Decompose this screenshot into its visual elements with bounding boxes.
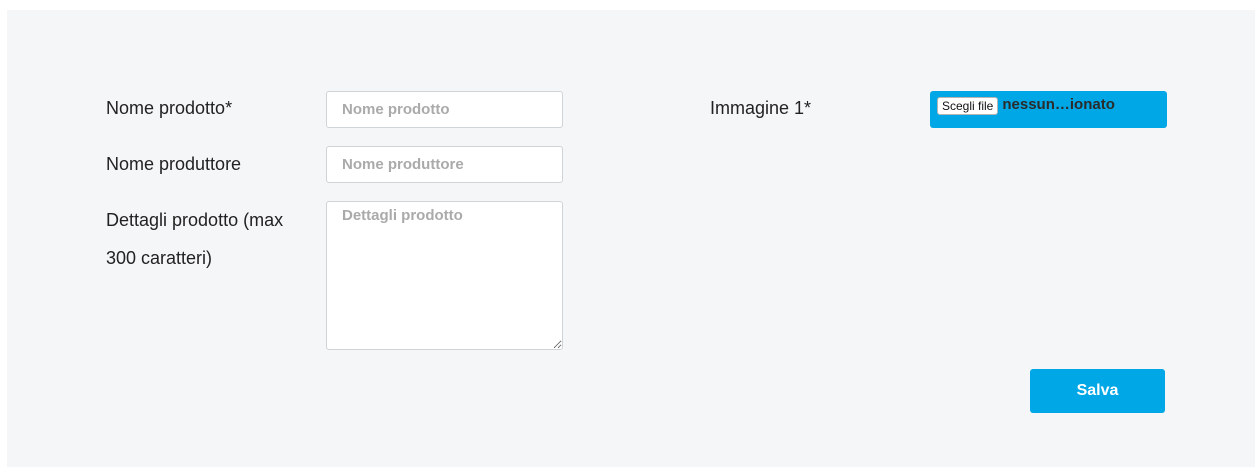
product-details-label-line2: 300 caratteri) [106,248,213,268]
manufacturer-name-input[interactable] [326,146,563,183]
file-status-text: nessun…ionato [1002,96,1115,113]
product-details-textarea[interactable] [326,201,563,350]
image1-file-input[interactable]: Scegli file nessun…ionato [930,91,1167,128]
product-name-input[interactable] [326,91,563,128]
choose-file-button[interactable]: Scegli file [937,97,999,115]
manufacturer-name-label: Nome produttore [106,154,242,174]
save-button[interactable]: Salva [1030,369,1165,413]
product-details-label-line1: Dettagli prodotto (max [106,210,284,230]
product-name-label: Nome prodotto* [106,98,233,118]
image1-label: Immagine 1* [710,98,812,118]
